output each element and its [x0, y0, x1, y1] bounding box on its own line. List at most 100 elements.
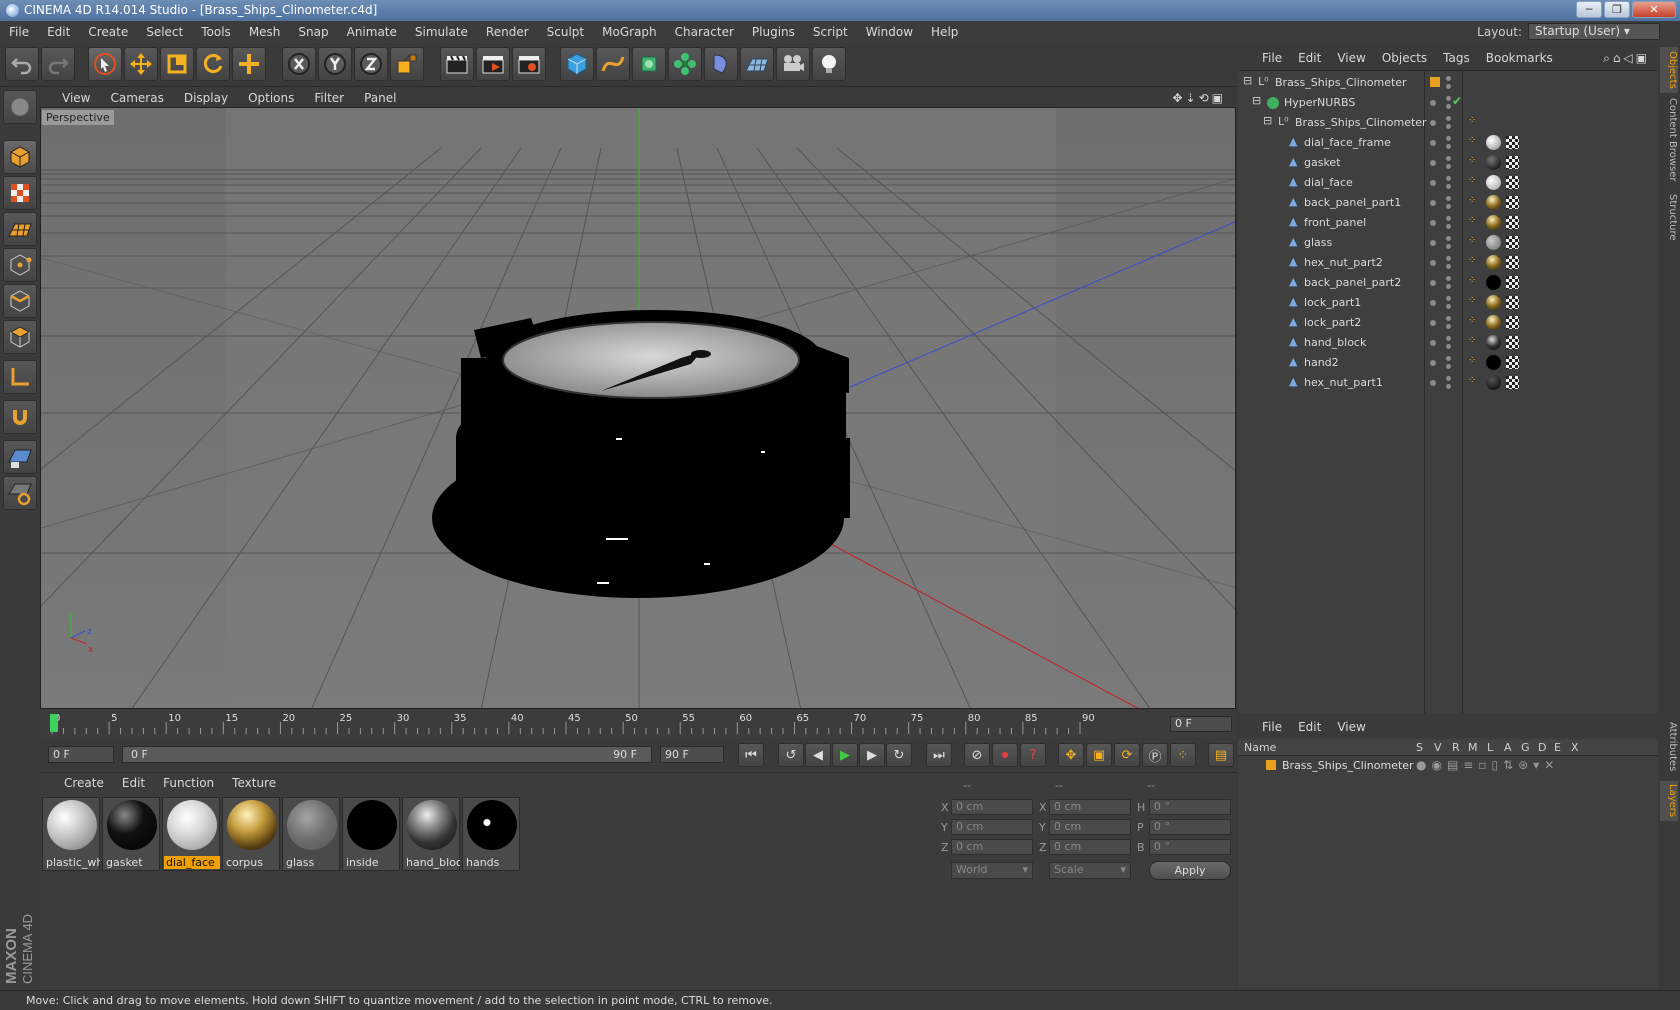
menu-simulate[interactable]: Simulate — [406, 25, 477, 39]
material-tag-icon[interactable] — [1486, 155, 1501, 170]
key-rotation-button[interactable]: ⟳ — [1114, 743, 1140, 767]
phong-tag-icon[interactable]: ⁘ — [1468, 355, 1476, 366]
viewport-menu-view[interactable]: View — [40, 91, 100, 105]
material-swatch[interactable]: glass — [282, 797, 340, 871]
object-row-back-panel-part1[interactable]: ▲ back_panel_part1 ⁘ — [1238, 193, 1658, 213]
material-swatch[interactable]: corpus — [222, 797, 280, 871]
object-row-lock-part1[interactable]: ▲ lock_part1 ⁘ — [1238, 293, 1658, 313]
make-editable-button[interactable] — [3, 90, 37, 124]
live-selection-button[interactable] — [88, 47, 122, 81]
object-row-lock-part2[interactable]: ▲ lock_part2 ⁘ — [1238, 313, 1658, 333]
go-to-end-button[interactable]: ⏭ — [926, 743, 952, 767]
object-row-group[interactable]: ⊟ L⁰ Brass_Ships_Clinometer ⁘ — [1238, 113, 1658, 133]
record-keys-button[interactable]: ⊘ — [964, 743, 990, 767]
maximize-button[interactable]: ❐ — [1604, 1, 1630, 18]
uvw-tag-icon[interactable] — [1506, 316, 1519, 329]
rotation-h-field[interactable]: 0 ° — [1149, 799, 1231, 815]
menu-help[interactable]: Help — [922, 25, 967, 39]
uvw-tag-icon[interactable] — [1506, 236, 1519, 249]
object-menu-objects[interactable]: Objects — [1374, 51, 1435, 65]
object-row-hand2[interactable]: ▲ hand2 ⁘ — [1238, 353, 1658, 373]
render-picture-viewer-button[interactable] — [476, 47, 510, 81]
material-tag-icon[interactable] — [1486, 255, 1501, 270]
position-x-field[interactable]: 0 cm — [951, 799, 1033, 815]
key-pla-button[interactable]: ⁘ — [1170, 743, 1196, 767]
polygons-mode-button[interactable] — [3, 320, 37, 354]
layer-row[interactable]: Brass_Ships_Clinometer ●◉▤≡▫▯⇅⊛▾✕ — [1238, 757, 1658, 775]
menu-create[interactable]: Create — [79, 25, 137, 39]
add-floor-button[interactable] — [740, 47, 774, 81]
uvw-tag-icon[interactable] — [1506, 296, 1519, 309]
tab-content-browser[interactable]: Content Browser — [1660, 97, 1678, 183]
material-tag-icon[interactable] — [1486, 135, 1501, 150]
phong-tag-icon[interactable]: ⁘ — [1468, 195, 1476, 206]
uvw-tag-icon[interactable] — [1506, 216, 1519, 229]
phong-tag-icon[interactable]: ⁘ — [1468, 255, 1476, 266]
auto-keying-button[interactable]: ⏺ — [992, 743, 1018, 767]
material-tag-icon[interactable] — [1486, 215, 1501, 230]
object-row-hypernurbs[interactable]: ⊟ HyperNURBS ✔ — [1238, 93, 1658, 113]
uvw-tag-icon[interactable] — [1506, 356, 1519, 369]
next-frame-button[interactable]: ▶ — [859, 743, 885, 767]
size-z-field[interactable]: 0 cm — [1049, 839, 1131, 855]
phong-tag-icon[interactable]: ⁘ — [1468, 215, 1476, 226]
viewport-menu-cameras[interactable]: Cameras — [100, 91, 173, 105]
phong-tag-icon[interactable]: ⁘ — [1468, 175, 1476, 186]
material-swatch[interactable]: plastic_whi — [42, 797, 100, 871]
add-cube-button[interactable] — [560, 47, 594, 81]
phong-tag-icon[interactable]: ⁘ — [1468, 295, 1476, 306]
add-light-button[interactable] — [812, 47, 846, 81]
y-axis-lock-button[interactable] — [318, 47, 352, 81]
object-row-gasket[interactable]: ▲ gasket ⁘ — [1238, 153, 1658, 173]
coordinate-system-button[interactable] — [390, 47, 424, 81]
material-tag-icon[interactable] — [1486, 235, 1501, 250]
size-x-field[interactable]: 0 cm — [1049, 799, 1131, 815]
menu-script[interactable]: Script — [804, 25, 857, 39]
render-settings-button[interactable] — [512, 47, 546, 81]
phong-tag-icon[interactable]: ⁘ — [1468, 155, 1476, 166]
timeline-window-button[interactable]: ▤ — [1208, 743, 1234, 767]
scale-tool-button[interactable] — [160, 47, 194, 81]
key-parameter-button[interactable]: Ⓟ — [1142, 743, 1168, 767]
undo-button[interactable] — [5, 47, 39, 81]
frame-range-slider[interactable]: 0 F 90 F — [122, 746, 652, 763]
tab-objects[interactable]: Objects — [1660, 47, 1678, 93]
size-mode-dropdown[interactable]: Scale ▾ — [1049, 862, 1131, 879]
collapse-icon[interactable]: ⊟ — [1243, 74, 1252, 87]
object-menu-tags[interactable]: Tags — [1435, 51, 1478, 65]
object-row-dial-face-frame[interactable]: ▲ dial_face_frame ⁘ — [1238, 133, 1658, 153]
tab-structure[interactable]: Structure — [1660, 189, 1678, 245]
z-axis-lock-button[interactable] — [354, 47, 388, 81]
snap-button[interactable] — [3, 400, 37, 434]
material-tag-icon[interactable] — [1486, 335, 1501, 350]
move-tool-button[interactable] — [124, 47, 158, 81]
add-array-button[interactable] — [668, 47, 702, 81]
phong-tag-icon[interactable]: ⁘ — [1468, 375, 1476, 386]
material-menu-function[interactable]: Function — [154, 776, 223, 790]
material-menu-create[interactable]: Create — [40, 776, 113, 790]
perspective-viewport[interactable]: y x z — [40, 107, 1236, 709]
layer-menu-file[interactable]: File — [1238, 720, 1290, 734]
layer-menu-view[interactable]: View — [1329, 720, 1373, 734]
tab-layers[interactable]: Layers — [1660, 781, 1678, 821]
material-swatch[interactable]: gasket — [102, 797, 160, 871]
menu-render[interactable]: Render — [477, 25, 538, 39]
previous-frame-button[interactable]: ◀ — [805, 743, 831, 767]
menu-tools[interactable]: Tools — [192, 25, 240, 39]
collapse-icon[interactable]: ⊟ — [1252, 94, 1261, 107]
menu-plugins[interactable]: Plugins — [743, 25, 804, 39]
phong-tag-icon[interactable]: ⁘ — [1468, 275, 1476, 286]
material-swatch[interactable]: hands — [462, 797, 520, 871]
phong-tag-icon[interactable]: ⁘ — [1468, 135, 1476, 146]
current-frame-field[interactable]: 0 F — [1170, 716, 1232, 732]
material-tag-icon[interactable] — [1486, 355, 1501, 370]
uvw-tag-icon[interactable] — [1506, 376, 1519, 389]
collapse-icon[interactable]: ⊟ — [1263, 114, 1272, 127]
menu-window[interactable]: Window — [857, 25, 922, 39]
menu-character[interactable]: Character — [666, 25, 743, 39]
phong-tag-icon[interactable]: ⁘ — [1468, 315, 1476, 326]
coordinate-mode-dropdown[interactable]: World ▾ — [951, 862, 1033, 879]
object-manager-tools[interactable]: ⌕⌂◁▣ — [1595, 51, 1658, 66]
add-camera-button[interactable] — [776, 47, 810, 81]
object-row-glass[interactable]: ▲ glass ⁘ — [1238, 233, 1658, 253]
